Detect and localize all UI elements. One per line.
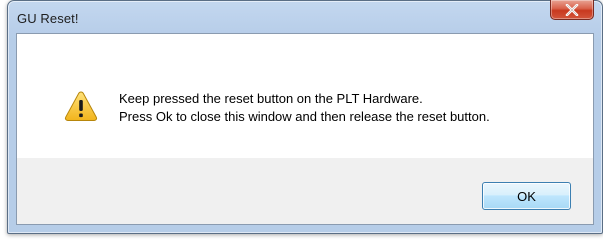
dialog-client-area: Keep pressed the reset button on the PLT… bbox=[16, 33, 594, 225]
warning-icon bbox=[64, 90, 98, 122]
window-title: GU Reset! bbox=[17, 11, 79, 26]
message-area: Keep pressed the reset button on the PLT… bbox=[17, 34, 593, 158]
screen: GU Reset! Keep pressed the reset button … bbox=[0, 0, 603, 240]
message-line-1: Keep pressed the reset button on the PLT… bbox=[119, 91, 423, 106]
message-line-2: Press Ok to close this window and then r… bbox=[119, 109, 490, 124]
close-icon bbox=[565, 3, 579, 16]
ok-button[interactable]: OK bbox=[482, 182, 571, 210]
dialog-window: GU Reset! Keep pressed the reset button … bbox=[7, 0, 603, 234]
message-text: Keep pressed the reset button on the PLT… bbox=[119, 90, 490, 126]
close-button[interactable] bbox=[550, 0, 594, 20]
